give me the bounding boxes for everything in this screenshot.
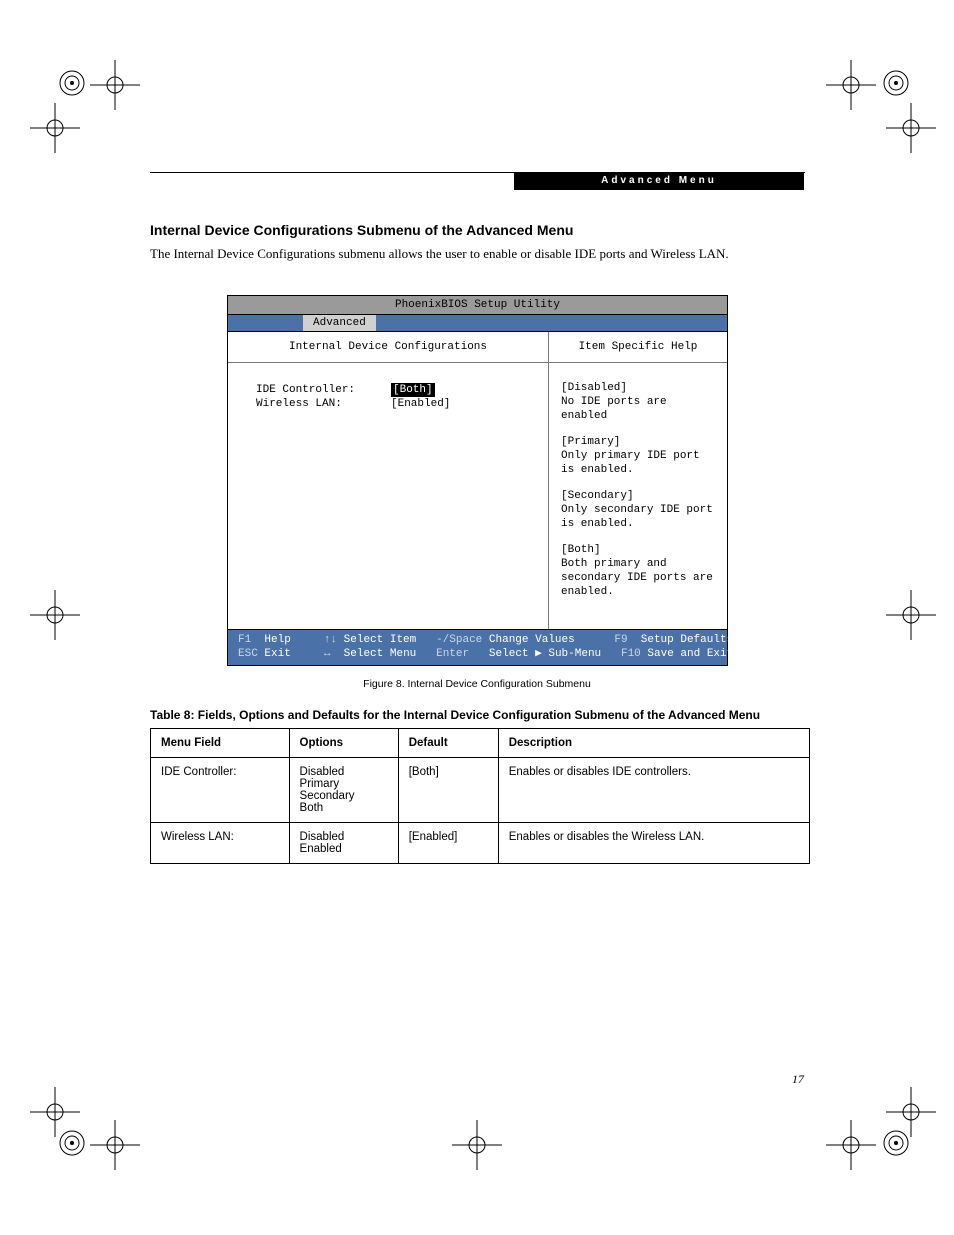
crop-mark-icon xyxy=(90,1120,140,1170)
bios-field-value-selected: [Both] xyxy=(391,383,435,397)
table-header: Description xyxy=(498,729,809,758)
table-row: Wireless LAN: Disabled Enabled [Enabled]… xyxy=(151,823,810,864)
crop-mark-icon xyxy=(886,103,936,153)
bios-key: Enter xyxy=(436,647,469,661)
table-cell: IDE Controller: xyxy=(151,758,290,823)
bios-key-label: Help xyxy=(264,633,290,647)
crop-mark-icon xyxy=(30,103,80,153)
bios-footer: F1 Help ↑↓ Select Item -/Space Change Va… xyxy=(228,629,727,665)
bios-key-label: Setup Defaults xyxy=(641,633,733,647)
bios-tab-advanced: Advanced xyxy=(303,315,376,331)
bios-field-value: [Enabled] xyxy=(391,397,450,411)
figure-caption: Figure 8. Internal Device Configuration … xyxy=(0,678,954,690)
bios-key: F1 xyxy=(238,633,251,647)
bios-key: ESC xyxy=(238,647,258,661)
crop-mark-icon xyxy=(886,1087,936,1137)
bios-key-label: Exit xyxy=(264,647,290,661)
bios-right-heading: Item Specific Help xyxy=(549,332,727,363)
bios-key-label: Select Item xyxy=(344,633,417,647)
table-cell: Wireless LAN: xyxy=(151,823,290,864)
registration-mark-icon xyxy=(883,70,909,96)
table-caption: Table 8: Fields, Options and Defaults fo… xyxy=(150,708,810,722)
bios-help-text: [Primary] xyxy=(561,436,620,448)
table-header-row: Menu Field Options Default Description xyxy=(151,729,810,758)
bios-help-text: [Disabled] xyxy=(561,382,627,394)
page-number: 17 xyxy=(792,1072,804,1087)
table-cell: Disabled Primary Secondary Both xyxy=(289,758,398,823)
crop-mark-icon xyxy=(30,590,80,640)
crop-mark-icon xyxy=(826,60,876,110)
bios-field-label: Wireless LAN: xyxy=(256,397,391,411)
crop-mark-icon xyxy=(886,590,936,640)
bios-key-label: Select ▶ Sub-Menu xyxy=(489,647,601,661)
table-header: Options xyxy=(289,729,398,758)
bios-help-text: [Both] xyxy=(561,544,601,556)
bios-screenshot: PhoenixBIOS Setup Utility Advanced Inter… xyxy=(227,295,728,666)
fields-table: Menu Field Options Default Description I… xyxy=(150,728,810,864)
bios-key: -/Space xyxy=(436,633,482,647)
crop-mark-icon xyxy=(452,1120,502,1170)
bios-key: F10 xyxy=(621,647,641,661)
bios-key-label: Change Values xyxy=(489,633,575,647)
bios-help-text: [Secondary] xyxy=(561,490,634,502)
bios-help-text: Both primary and secondary IDE ports are… xyxy=(561,558,713,598)
table-cell: Disabled Enabled xyxy=(289,823,398,864)
bios-key-label: Select Menu xyxy=(344,647,417,661)
bios-help-text: No IDE ports are enabled xyxy=(561,396,667,422)
table-cell: [Enabled] xyxy=(398,823,498,864)
bios-help-text: Only secondary IDE port is enabled. xyxy=(561,504,713,530)
section-header-bar: Advanced Menu xyxy=(514,172,804,190)
bios-menubar: Advanced xyxy=(228,315,727,332)
bios-key-label: Save and Exit xyxy=(647,647,733,661)
bios-field-wlan: Wireless LAN: [Enabled] xyxy=(256,397,548,411)
table-header: Menu Field xyxy=(151,729,290,758)
crop-mark-icon xyxy=(90,60,140,110)
crop-mark-icon xyxy=(30,1087,80,1137)
bios-key: ↑↓ xyxy=(324,633,337,647)
bios-field-ide: IDE Controller: [Both] xyxy=(256,383,548,397)
section-heading: Internal Device Configurations Submenu o… xyxy=(150,222,573,238)
registration-mark-icon xyxy=(59,70,85,96)
table-cell: Enables or disables the Wireless LAN. xyxy=(498,823,809,864)
bios-key: F9 xyxy=(614,633,627,647)
bios-help-text: Only primary IDE port is enabled. xyxy=(561,450,700,476)
table-cell: Enables or disables IDE controllers. xyxy=(498,758,809,823)
table-row: IDE Controller: Disabled Primary Seconda… xyxy=(151,758,810,823)
bios-help-pane: Item Specific Help [Disabled] No IDE port… xyxy=(549,332,727,629)
intro-paragraph: The Internal Device Configurations subme… xyxy=(150,246,810,262)
bios-key-label xyxy=(251,633,264,647)
bios-key: ↔ xyxy=(324,647,331,661)
bios-title: PhoenixBIOS Setup Utility xyxy=(228,296,727,315)
bios-left-pane: Internal Device Configurations IDE Contr… xyxy=(228,332,549,629)
crop-mark-icon xyxy=(826,1120,876,1170)
table-cell: [Both] xyxy=(398,758,498,823)
bios-left-heading: Internal Device Configurations xyxy=(228,332,548,363)
table-header: Default xyxy=(398,729,498,758)
bios-field-label: IDE Controller: xyxy=(256,383,391,397)
